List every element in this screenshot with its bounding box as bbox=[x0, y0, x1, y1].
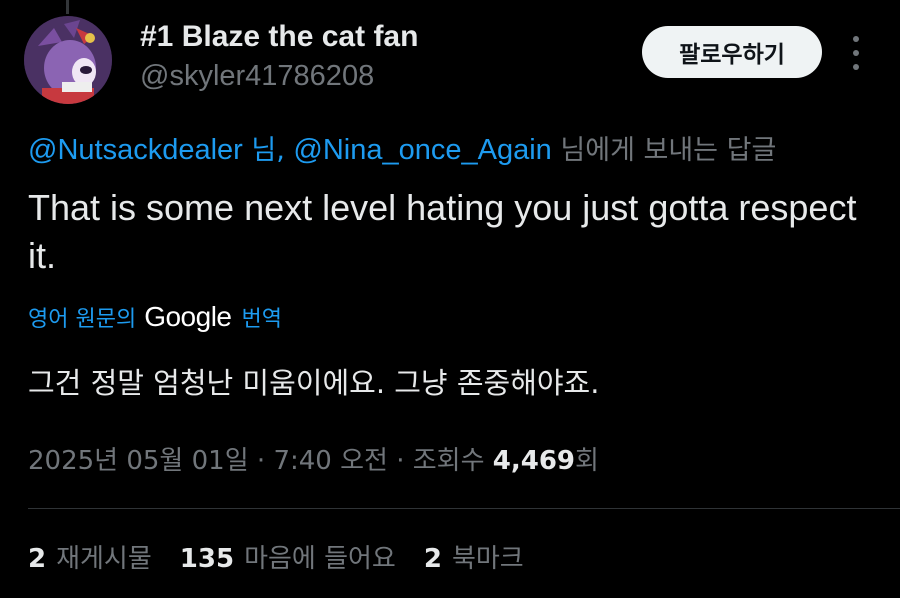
likes-label: 마음에 들어요 bbox=[244, 544, 396, 574]
more-dot bbox=[853, 64, 859, 70]
tweet-date[interactable]: 2025년 05월 01일 bbox=[28, 446, 249, 476]
reposts-count: 2 bbox=[28, 544, 47, 574]
more-dot bbox=[853, 50, 859, 56]
author-display-name[interactable]: #1 Blaze the cat fan bbox=[140, 20, 418, 54]
translated-tweet-text: 그건 정말 엄청난 미움이에요. 그냥 존중해야죠. bbox=[28, 366, 600, 400]
thread-connector-line bbox=[66, 0, 69, 14]
more-vertical-icon[interactable] bbox=[842, 36, 870, 70]
reposts-stat[interactable]: 2 재게시물 bbox=[28, 538, 152, 575]
follow-button[interactable]: 팔로우하기 bbox=[642, 26, 822, 78]
replying-to-line: @Nutsackdealer 님, @Nina_once_Again 님에게 보… bbox=[28, 128, 776, 167]
engagement-stats: 2 재게시물 135 마음에 들어요 2 북마크 bbox=[28, 538, 552, 575]
more-dot bbox=[853, 36, 859, 42]
avatar-image bbox=[24, 16, 112, 104]
likes-stat[interactable]: 135 마음에 들어요 bbox=[180, 538, 396, 575]
reply-suffix: 님에게 보내는 답글 bbox=[551, 135, 777, 166]
meta-separator: · bbox=[248, 446, 274, 476]
avatar[interactable] bbox=[24, 16, 112, 104]
likes-count: 135 bbox=[179, 544, 235, 574]
bookmarks-label: 북마크 bbox=[451, 544, 524, 574]
translation-suffix: 번역 bbox=[241, 307, 282, 332]
tweet-metadata: 2025년 05월 01일 · 7:40 오전 · 조회수 4,469회 bbox=[28, 440, 599, 477]
views-suffix: 회 bbox=[575, 446, 599, 476]
reposts-label: 재게시물 bbox=[56, 544, 152, 574]
views-count: 4,469 bbox=[492, 446, 576, 476]
tweet-text: That is some next level hating you just … bbox=[28, 187, 857, 276]
reply-separator-1: 님, bbox=[242, 135, 294, 166]
author-handle[interactable]: @skyler41786208 bbox=[140, 60, 374, 93]
translation-prefix: 영어 원문의 bbox=[28, 307, 137, 332]
google-logo: Google bbox=[144, 301, 232, 332]
translation-attribution[interactable]: 영어 원문의 Google 번역 bbox=[28, 301, 282, 333]
mention-link-1[interactable]: @Nutsackdealer bbox=[28, 134, 243, 166]
mention-link-2[interactable]: @Nina_once_Again bbox=[293, 134, 551, 166]
divider bbox=[28, 508, 900, 509]
meta-separator: · bbox=[387, 446, 413, 476]
views-label: 조회수 bbox=[412, 446, 493, 476]
bookmarks-count: 2 bbox=[423, 544, 442, 574]
tweet-time[interactable]: 7:40 오전 bbox=[273, 446, 388, 476]
bookmarks-stat[interactable]: 2 북마크 bbox=[424, 538, 524, 575]
